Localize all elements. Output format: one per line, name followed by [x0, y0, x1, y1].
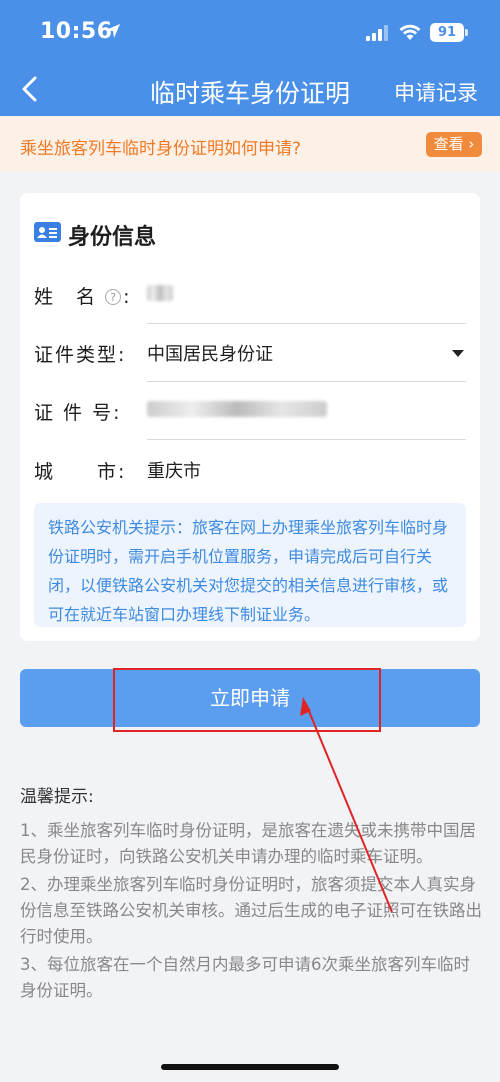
identity-card: 身份信息 姓 名 ?: 证件类型: 中国居民身份证 证 件 号: 城 市: 重庆…	[20, 193, 480, 641]
battery-cap	[465, 29, 468, 36]
police-tip: 铁路公安机关提示：旅客在网上办理乘坐旅客列车临时身份证明时，需开启手机位置服务，…	[34, 503, 466, 627]
application-records-link[interactable]: 申请记录	[394, 77, 478, 107]
banner-text: 乘坐旅客列车临时身份证明如何申请?	[20, 139, 302, 159]
id-card-icon	[34, 222, 61, 242]
signal-icon	[366, 25, 388, 41]
help-icon[interactable]: ?	[105, 289, 122, 305]
battery-icon: 91	[430, 23, 464, 42]
redacted-id-number	[147, 401, 327, 417]
home-indicator	[161, 1064, 339, 1070]
dropdown-caret-icon[interactable]	[452, 350, 464, 357]
city-row: 城 市: 重庆市	[20, 441, 480, 499]
note-item: 3、每位旅客在一个自然月内最多可申请6次乘坐旅客列车临时身份证明。	[20, 955, 470, 1000]
view-button[interactable]: 查看 ›	[426, 132, 482, 157]
id-type-row[interactable]: 证件类型: 中国居民身份证	[20, 324, 480, 382]
city-label: 城 市:	[34, 461, 127, 483]
id-number-field[interactable]	[147, 398, 327, 419]
annotation-highlight-box	[113, 668, 381, 732]
help-banner[interactable]: 乘坐旅客列车临时身份证明如何申请? 查看 ›	[0, 116, 500, 172]
city-value: 重庆市	[147, 461, 201, 482]
name-field[interactable]	[147, 282, 173, 303]
id-number-label: 证 件 号:	[34, 402, 122, 424]
id-number-row: 证 件 号:	[20, 382, 480, 440]
redacted-name	[147, 285, 173, 301]
name-row: 姓 名 ?:	[20, 266, 480, 324]
notes-title: 温馨提示:	[20, 787, 94, 807]
note-item: 2、办理乘坐旅客列车临时身份证明时，旅客须提交本人真实身份信息至铁路公安机关审核…	[20, 875, 482, 946]
location-arrow-icon	[106, 24, 120, 38]
id-type-label: 证件类型:	[34, 344, 127, 366]
note-item: 1、乘坐旅客列车临时身份证明，是旅客在遗失或未携带中国居民身份证时，向铁路公安机…	[20, 821, 476, 866]
nav-bar: 临时乘车身份证明 申请记录	[0, 64, 500, 116]
status-bar: 10:56 91	[0, 0, 500, 64]
name-label: 姓 名 ?:	[34, 286, 132, 308]
warm-tips: 温馨提示: 1、乘坐旅客列车临时身份证明，是旅客在遗失或未携带中国居民身份证时，…	[20, 784, 484, 1006]
divider	[147, 439, 466, 440]
id-type-select[interactable]: 中国居民身份证	[147, 340, 273, 366]
wifi-icon	[399, 24, 421, 40]
card-title: 身份信息	[68, 225, 157, 250]
status-time: 10:56	[40, 19, 113, 44]
